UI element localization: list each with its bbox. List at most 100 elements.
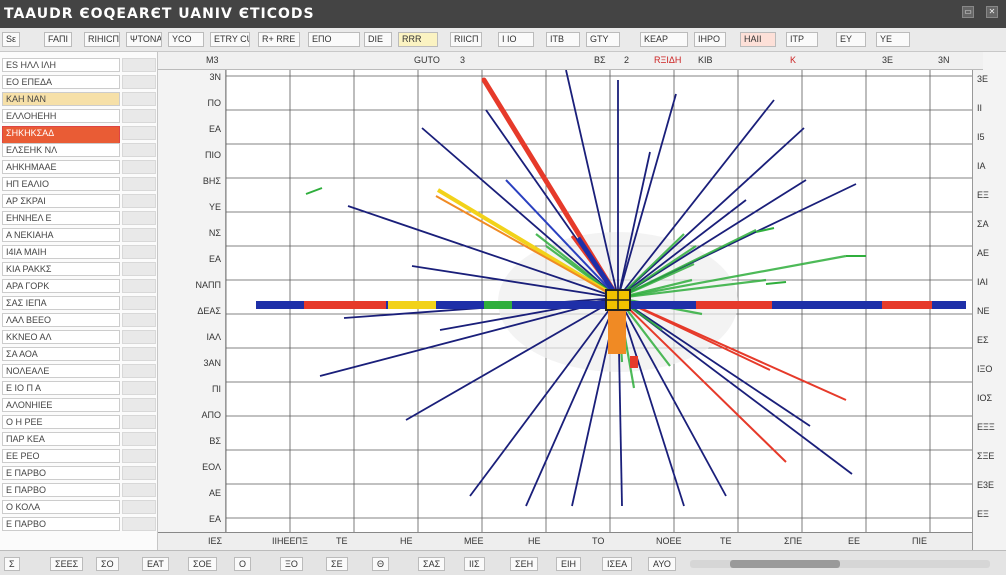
panel-row-strip — [122, 228, 156, 242]
toolbar-item[interactable]: FAΠI — [44, 32, 72, 47]
scale-label: ΕΞΞ — [977, 422, 995, 432]
panel-row[interactable]: Ε ΠΑΡΒΟ — [2, 466, 120, 480]
column-label: Μ3 — [206, 55, 219, 65]
panel-row[interactable]: Ο Η ΡΕΕ — [2, 415, 120, 429]
scale-label: ΙΑΙ — [977, 277, 989, 287]
scale-label: 3Ε — [977, 74, 989, 84]
panel-row[interactable]: ΚΚΝΕΟ ΑΛ — [2, 330, 120, 344]
scale-label: ΕΞ — [977, 509, 989, 519]
panel-row[interactable]: ΗΠ ΕΑΛΙΟ — [2, 177, 120, 191]
status-item[interactable]: ΣΕΕΣ — [50, 557, 84, 571]
panel-row[interactable]: ΕΛΣΕΗΚ ΝΛ — [2, 143, 120, 157]
panel-row[interactable]: ΑΛΟΝΗΙΕΕ — [2, 398, 120, 412]
diagram-canvas[interactable] — [226, 70, 972, 532]
panel-row[interactable]: ΚΙΑ ΡΑΚΚΣ — [2, 262, 120, 276]
status-item[interactable]: ΕΙΗ — [556, 557, 582, 571]
status-item[interactable]: ΣΕΗ — [510, 557, 539, 571]
panel-row[interactable]: Ε ΠΑΡΒΟ — [2, 483, 120, 497]
panel-row[interactable]: Ε ΠΑΡΒΟ — [2, 517, 120, 531]
horizontal-scrollbar[interactable] — [690, 560, 990, 568]
close-button[interactable]: ✕ — [986, 6, 998, 18]
center-body — [608, 308, 626, 354]
status-item[interactable]: Ο — [234, 557, 252, 571]
scale-label: ΙΙ — [977, 103, 983, 113]
column-label: 2 — [624, 55, 630, 65]
status-item[interactable]: ΣΕ — [326, 557, 348, 571]
toolbar-item[interactable]: ΗΑΙΙ — [740, 32, 776, 47]
toolbar-item[interactable]: ΙΤΒ — [546, 32, 580, 47]
column-label: ΚΙΒ — [698, 55, 713, 65]
panel-row[interactable]: ΑΡ ΣΚΡΑΙ — [2, 194, 120, 208]
panel-row[interactable]: ΕΗΝΗΕΛ Ε — [2, 211, 120, 225]
axis-label: ΝΑΠΠ — [195, 280, 221, 290]
toolbar-item[interactable]: R+ RRE — [258, 32, 300, 47]
panel-row[interactable]: ΛΑΛ ΒΕΕΟ — [2, 313, 120, 327]
status-item[interactable]: ΕΑΤ — [142, 557, 169, 571]
panel-row[interactable]: ΕΟ ΕΠΕΔΑ — [2, 75, 120, 89]
panel-row-strip — [122, 109, 156, 123]
axis-label: ΑΕ — [208, 488, 221, 498]
status-item[interactable]: ΣΟΕ — [188, 557, 217, 571]
toolbar-item[interactable]: DIE — [364, 32, 392, 47]
panel-row-strip — [122, 143, 156, 157]
status-item[interactable]: Σ — [4, 557, 20, 571]
toolbar-item[interactable]: Sε — [2, 32, 20, 47]
toolbar-item[interactable]: GΤΥ — [586, 32, 620, 47]
status-item[interactable]: ΑΥΟ — [648, 557, 676, 571]
panel-row[interactable]: ΕΛΛΟΗΕΗΗ — [2, 109, 120, 123]
column-label: RΞΙΔΗ — [654, 55, 682, 65]
axis-label: ΒΣ — [209, 436, 221, 446]
status-item[interactable]: ΣΟ — [96, 557, 119, 571]
panel-row-strip — [122, 330, 156, 344]
toolbar-item[interactable]: Ι ΙΟ — [498, 32, 534, 47]
axis-label: ΕΑ — [208, 124, 221, 134]
panel-row[interactable]: Ε ΙΟ Π Α — [2, 381, 120, 395]
toolbar-item[interactable]: ΙΗΡΟ — [694, 32, 726, 47]
panel-row-strip — [122, 75, 156, 89]
panel-row[interactable]: ΣΑΣ ΙΕΠΑ — [2, 296, 120, 310]
scale-label: ΕΞ — [977, 190, 989, 200]
panel-row[interactable]: Ο ΚΟΛΑ — [2, 500, 120, 514]
panel-row[interactable]: ΣΑ ΑΟΑ — [2, 347, 120, 361]
toolbar-item[interactable]: RRR — [398, 32, 438, 47]
toolbar-item[interactable]: RIHICΠ — [84, 32, 120, 47]
status-item[interactable]: Θ — [372, 557, 390, 571]
panel-row-strip — [122, 296, 156, 310]
status-item[interactable]: ΞΟ — [280, 557, 303, 571]
panel-row-strip — [122, 245, 156, 259]
scale-label: Ι5 — [977, 132, 985, 142]
status-item[interactable]: ΙΙΣ — [464, 557, 485, 571]
toolbar-item[interactable]: ΥCO — [168, 32, 204, 47]
panel-row[interactable]: ΑΗΚΗΜΑΑΕ — [2, 160, 120, 174]
toolbar-item[interactable]: ΕΥ — [836, 32, 866, 47]
toolbar-item[interactable]: ΨTONA — [126, 32, 162, 47]
bar-segment — [882, 301, 932, 309]
toolbar-item[interactable]: RIICΠ — [450, 32, 482, 47]
panel-row[interactable]: Α ΝΕΚΙΑΗΑ — [2, 228, 120, 242]
panel-row[interactable]: ES ΗΛΛ ΙΛΗ — [2, 58, 120, 72]
toolbar-item[interactable]: ΚΕΑΡ — [640, 32, 688, 47]
scale-label: ΝΕ — [977, 306, 990, 316]
scroll-thumb[interactable] — [730, 560, 840, 568]
bottom-axis-label: ΗΕ — [528, 536, 541, 546]
restore-button[interactable]: ▭ — [962, 6, 974, 18]
scale-label: ΣΞΕ — [977, 451, 995, 461]
scale-label: ΑΕ — [977, 248, 990, 258]
toolbar-item[interactable]: ΥΕ — [876, 32, 910, 47]
panel-row-strip — [122, 279, 156, 293]
panel-row[interactable]: ΚΑΗ ΝΑΝ — [2, 92, 120, 106]
panel-row[interactable]: ΝΟΛΕΑΛΕ — [2, 364, 120, 378]
panel-row[interactable]: Ι4ΙΑ ΜΑΙΗ — [2, 245, 120, 259]
toolbar-item[interactable]: ΙΤΡ — [786, 32, 818, 47]
panel-row[interactable]: ΑΡΑ ΓΟΡΚ — [2, 279, 120, 293]
panel-row[interactable]: ΠΑΡ ΚΕΑ — [2, 432, 120, 446]
panel-row-strip — [122, 466, 156, 480]
column-header: Μ3 GUTO 3 BΣ 2 RΞΙΔΗ ΚΙΒ Κ 3Ε 3Ν — [158, 52, 983, 70]
status-item[interactable]: ΣΑΣ — [418, 557, 446, 571]
panel-row[interactable]: ΕΕ ΡΕΟ — [2, 449, 120, 463]
toolbar-item[interactable]: ΕΠΟ — [308, 32, 360, 47]
bottom-axis-label: ΤΕ — [720, 536, 732, 546]
toolbar-item[interactable]: ETRY CUNSLE — [210, 32, 250, 47]
status-item[interactable]: ΙΣΕΑ — [602, 557, 633, 571]
panel-row-strip — [122, 313, 156, 327]
